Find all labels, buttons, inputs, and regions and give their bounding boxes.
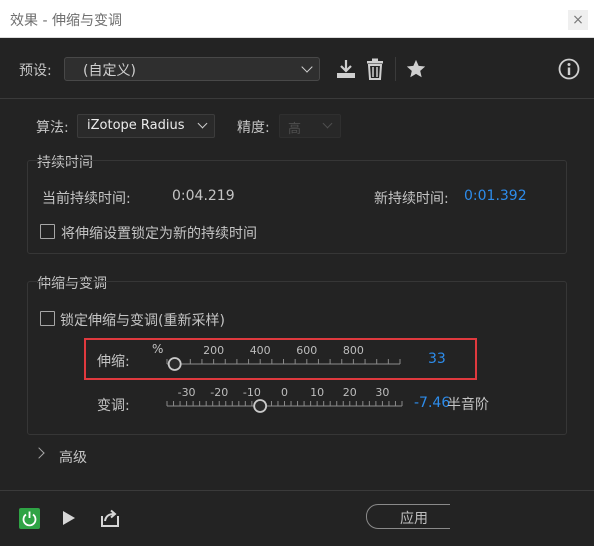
footer-separator (0, 490, 594, 491)
preset-value: (自定义) (83, 63, 136, 79)
chevron-down-icon (322, 118, 333, 129)
close-button[interactable]: × (568, 10, 588, 30)
stretch-highlight-annotation (84, 338, 477, 380)
toolbar-divider (395, 57, 396, 81)
pitch-unit: 半音阶 (447, 397, 489, 413)
apply-button-cutoff (450, 500, 480, 534)
apply-label: 应用 (400, 511, 428, 527)
preset-dropdown[interactable]: (自定义) (64, 57, 320, 81)
new-duration-value[interactable]: 0:01.392 (464, 188, 527, 204)
power-button[interactable] (19, 508, 40, 529)
pitch-label: 变调: (97, 398, 130, 414)
header-separator (0, 98, 594, 99)
advanced-label[interactable]: 高级 (59, 447, 87, 467)
chevron-down-icon (301, 61, 313, 73)
current-duration-label: 当前持续时间: (42, 191, 131, 207)
pitch-value[interactable]: -7.46 (414, 395, 450, 411)
download-icon[interactable] (335, 58, 357, 80)
chevron-down-icon (197, 118, 208, 129)
precision-dropdown[interactable]: 高 (279, 114, 341, 138)
preset-label: 预设: (19, 63, 52, 79)
algorithm-value: iZotope Radius (87, 118, 185, 133)
lock-duration-checkbox[interactable] (40, 224, 55, 239)
chevron-right-icon[interactable] (33, 447, 45, 459)
star-icon[interactable] (405, 58, 427, 80)
title-bar: 效果 - 伸缩与变调 × (0, 0, 594, 38)
new-duration-label: 新持续时间: (374, 191, 449, 207)
apply-button[interactable]: 应用 (366, 504, 462, 529)
lock-duration-label: 将伸缩设置锁定为新的持续时间 (61, 226, 257, 242)
info-icon[interactable] (558, 58, 580, 80)
play-icon[interactable] (62, 510, 76, 526)
window-title: 效果 - 伸缩与变调 (10, 13, 122, 29)
current-duration-value: 0:04.219 (172, 188, 235, 204)
algorithm-label: 算法: (36, 120, 69, 136)
lock-stretch-pitch-label: 锁定伸缩与变调(重新采样) (60, 313, 225, 329)
export-icon[interactable] (100, 508, 120, 528)
precision-label: 精度: (237, 120, 270, 136)
trash-icon[interactable] (366, 58, 384, 80)
power-icon (22, 511, 37, 527)
lock-stretch-pitch-checkbox[interactable] (40, 311, 55, 326)
algorithm-dropdown[interactable]: iZotope Radius (77, 114, 215, 138)
precision-value: 高 (288, 122, 302, 137)
